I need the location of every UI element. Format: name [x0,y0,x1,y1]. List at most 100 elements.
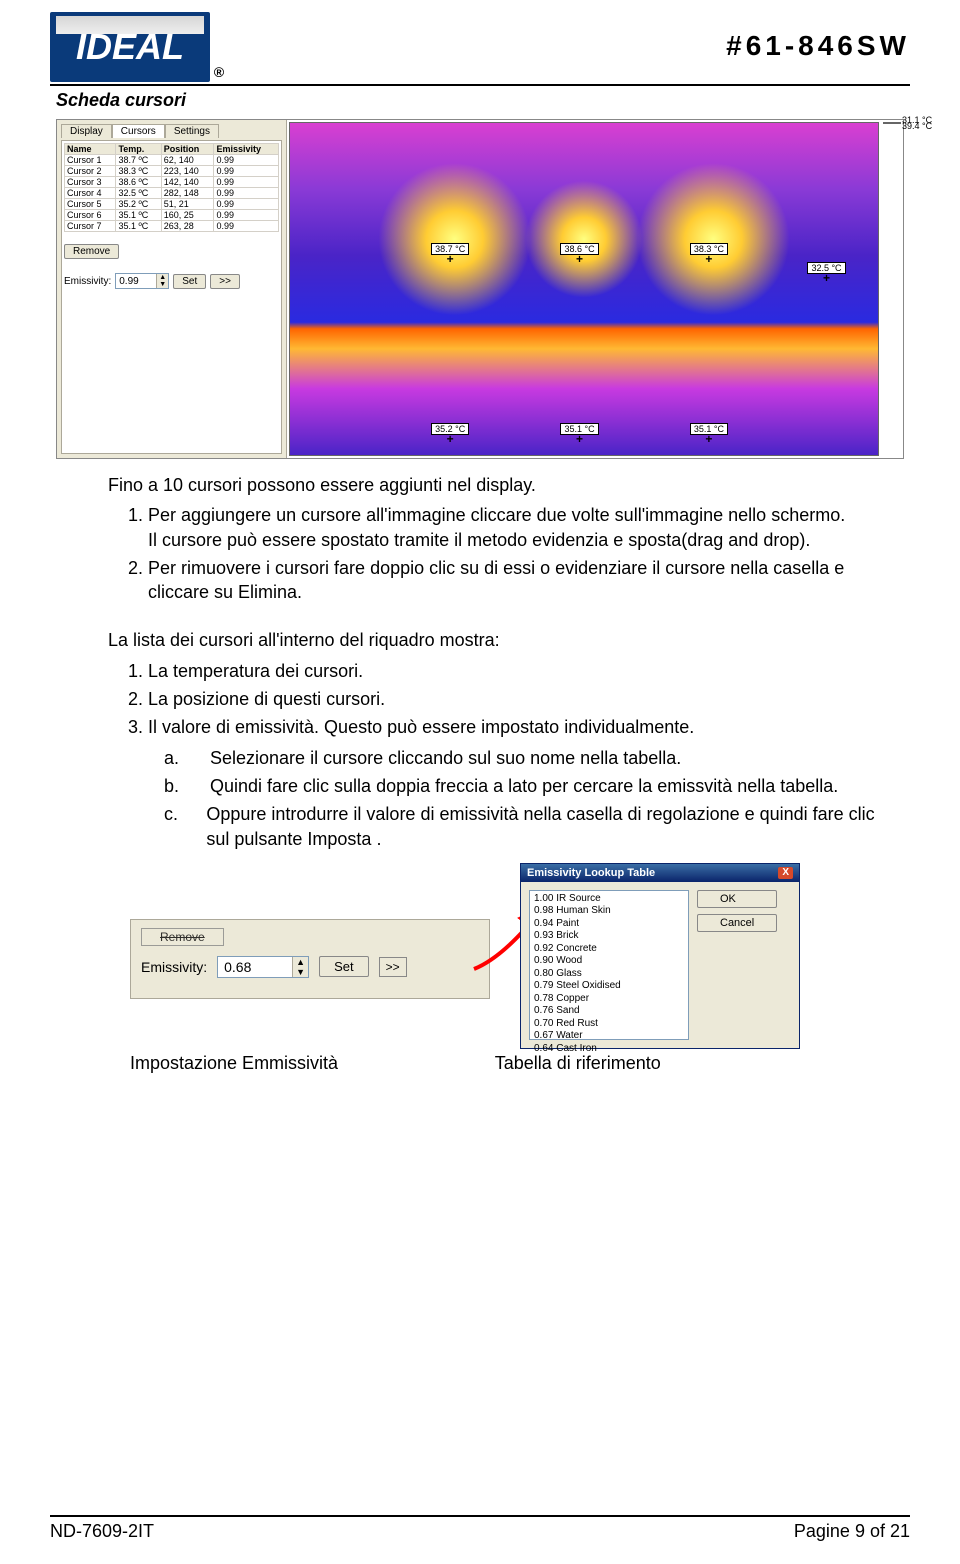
double-arrow-button[interactable]: >> [210,274,240,289]
sub-c: Oppure introdurre il valore di emissivit… [206,802,900,851]
spinner-arrows-icon-2[interactable]: ▲▼ [292,957,308,977]
remove-button[interactable]: Remove [64,244,119,259]
col-position: Position [161,144,214,155]
emissivity-label: Emissivity: [64,276,111,287]
list-item[interactable]: 0.98 Human Skin [534,905,684,918]
spinner-arrows-icon[interactable]: ▲▼ [156,274,168,288]
table-cell: 0.99 [214,155,279,166]
caption-left: Impostazione Emmissività [130,1053,490,1074]
emissivity-panel: Remove Emissivity: ▲▼ Set >> [130,919,490,999]
list-2: La posizione di questi cursori. [148,687,900,711]
table-row[interactable]: Cursor 635.1 ºC160, 250.99 [65,210,279,221]
table-row[interactable]: Cursor 138.7 ºC62, 1400.99 [65,155,279,166]
tab-body: Name Temp. Position Emissivity Cursor 13… [61,140,282,454]
table-cell: 38.7 ºC [116,155,161,166]
list-item[interactable]: 0.93 Brick [534,930,684,943]
marker-6[interactable]: 35.1 °C [560,423,598,435]
footer-left: ND-7609-2IT [50,1521,154,1542]
table-row[interactable]: Cursor 432.5 ºC282, 1480.99 [65,188,279,199]
table-cell: 0.99 [214,177,279,188]
remove-button-partial[interactable]: Remove [141,928,224,946]
table-cell: Cursor 5 [65,199,116,210]
set-button[interactable]: Set [173,274,206,289]
table-cell: Cursor 1 [65,155,116,166]
list-item[interactable]: 0.94 Paint [534,918,684,931]
list-item[interactable]: 0.70 Red Rust [534,1018,684,1031]
table-cell: 142, 140 [161,177,214,188]
cursor-table: Name Temp. Position Emissivity Cursor 13… [64,143,279,232]
table-cell: Cursor 6 [65,210,116,221]
list-1: La temperatura dei cursori. [148,659,900,683]
list-3: Il valore di emissività. Questo può esse… [148,715,900,739]
table-cell: 0.99 [214,221,279,232]
table-cell: Cursor 3 [65,177,116,188]
emissivity-label-2: Emissivity: [141,959,207,975]
col-name: Name [65,144,116,155]
table-row[interactable]: Cursor 535.2 ºC51, 210.99 [65,199,279,210]
table-cell: 0.99 [214,166,279,177]
table-cell: 0.99 [214,210,279,221]
marker-1[interactable]: 38.7 °C [431,243,469,255]
list-item[interactable]: 0.79 Steel Oxidised [534,980,684,993]
list-item[interactable]: 1.00 IR Source [534,893,684,906]
footer-rule [50,1515,910,1517]
body-text: Fino a 10 cursori possono essere aggiunt… [108,473,900,851]
table-cell: 38.6 ºC [116,177,161,188]
sub-a: Selezionare il cursore cliccando sul suo… [210,746,681,770]
sub-b: Quindi fare clic sulla doppia freccia a … [210,774,838,798]
thermal-image[interactable]: 38.7 °C 38.6 °C 38.3 °C 32.5 °C 35.2 °C … [289,122,879,456]
table-cell: 62, 140 [161,155,214,166]
cancel-button[interactable]: Cancel [697,914,777,932]
step-1: Per aggiungere un cursore all'immagine c… [148,503,900,552]
tab-settings[interactable]: Settings [165,124,219,138]
brand-logo-text: IDEAL [76,26,184,68]
table-cell: 51, 21 [161,199,214,210]
caption-right: Tabella di riferimento [495,1053,661,1073]
marker-7[interactable]: 35.1 °C [690,423,728,435]
emissivity-stepper-2[interactable]: ▲▼ [217,956,309,978]
lookup-list[interactable]: 1.00 IR Source0.98 Human Skin0.94 Paint0… [529,890,689,1040]
tab-display[interactable]: Display [61,124,112,138]
table-cell: 160, 25 [161,210,214,221]
list-item[interactable]: 0.92 Concrete [534,943,684,956]
list-item[interactable]: 0.80 Glass [534,968,684,981]
table-row[interactable]: Cursor 238.3 ºC223, 1400.99 [65,166,279,177]
emissivity-input-2[interactable] [218,957,292,977]
tabs: Display Cursors Settings [61,124,282,138]
marker-2[interactable]: 38.6 °C [560,243,598,255]
ok-button[interactable]: OK [697,890,777,908]
step-2: Per rimuovere i cursori fare doppio clic… [148,556,900,605]
emissivity-stepper[interactable]: ▲▼ [115,273,169,289]
list-item[interactable]: 0.67 Water [534,1030,684,1043]
table-row[interactable]: Cursor 338.6 ºC142, 1400.99 [65,177,279,188]
list-item[interactable]: 0.78 Copper [534,993,684,1006]
table-cell: 35.1 ºC [116,210,161,221]
brand-logo: IDEAL [50,12,210,82]
marker-3[interactable]: 38.3 °C [690,243,728,255]
emissivity-input[interactable] [116,274,156,288]
table-cell: 35.2 ºC [116,199,161,210]
table-cell: 0.99 [214,188,279,199]
list-item[interactable]: 0.90 Wood [534,955,684,968]
table-cell: Cursor 2 [65,166,116,177]
colorbar: 39.4 °C 31.1 °C [883,122,901,124]
list-intro: La lista dei cursori all'interno del riq… [108,628,900,652]
double-arrow-button-2[interactable]: >> [379,957,407,977]
sub-b-label: b. [164,774,184,798]
sub-a-label: a. [164,746,184,770]
table-cell: 38.3 ºC [116,166,161,177]
left-panel: Display Cursors Settings Name Temp. Posi… [57,120,287,458]
close-icon[interactable]: X [778,867,793,879]
set-button-2[interactable]: Set [319,956,369,977]
marker-5[interactable]: 35.2 °C [431,423,469,435]
lookup-titlebar: Emissivity Lookup Table X [521,864,799,882]
footer-right: Pagine 9 of 21 [794,1521,910,1542]
marker-4[interactable]: 32.5 °C [807,262,845,274]
table-row[interactable]: Cursor 735.1 ºC263, 280.99 [65,221,279,232]
sublist: a. Selezionare il cursore cliccando sul s… [164,746,900,851]
colorbar-min: 31.1 °C [902,115,936,125]
table-cell: 35.1 ºC [116,221,161,232]
footer: ND-7609-2IT Pagine 9 of 21 [50,1507,910,1542]
tab-cursors[interactable]: Cursors [112,124,165,138]
list-item[interactable]: 0.76 Sand [534,1005,684,1018]
